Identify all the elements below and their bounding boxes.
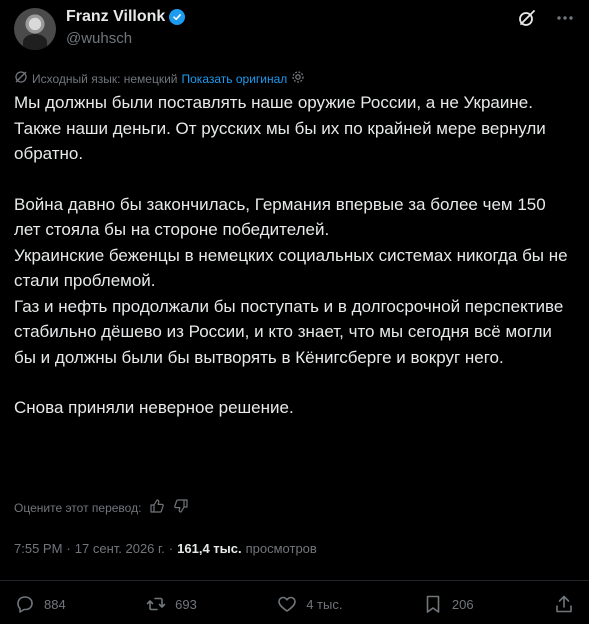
tweet-line: Газ и нефть продолжали бы поступать и в …: [14, 296, 564, 367]
author-handle[interactable]: @wuhsch: [66, 30, 132, 47]
tweet-line: Мы должны были поставлять наше оружие Ро…: [14, 93, 533, 112]
avatar[interactable]: [14, 8, 56, 50]
meta-separator: ·: [168, 541, 174, 556]
tweet-header: Franz Villonk @wuhsch: [14, 6, 575, 52]
thumbs-up-icon[interactable]: [149, 498, 165, 517]
show-original-link[interactable]: Показать оригинал: [182, 72, 288, 86]
share-button[interactable]: [553, 593, 575, 615]
tweet-line: Снова приняли неверное решение.: [14, 398, 294, 417]
bookmark-icon: [422, 593, 444, 615]
tweet-meta: 7:55 PM · 17 сент. 2026 г. · 161,4 тыс. …: [14, 541, 317, 556]
tweet-time[interactable]: 7:55 PM: [14, 541, 62, 556]
like-count: 4 тыс.: [306, 596, 343, 612]
tweet-text: Мы должны были поставлять наше оружие Ро…: [14, 90, 575, 421]
repost-button[interactable]: 693: [145, 593, 197, 615]
source-language: Исходный язык: немецкий: [32, 71, 178, 86]
meta-separator: ·: [66, 541, 71, 556]
header-actions: [517, 8, 575, 28]
rate-translation: Оцените этот перевод:: [14, 498, 189, 517]
bookmark-button[interactable]: 206: [422, 593, 474, 615]
views-count[interactable]: 161,4 тыс.: [177, 541, 241, 556]
like-icon: [276, 593, 298, 615]
like-button[interactable]: 4 тыс.: [276, 593, 342, 615]
repost-count: 693: [175, 596, 197, 612]
share-icon: [553, 593, 575, 615]
grok-icon[interactable]: [517, 8, 537, 28]
tweet-line: Война давно бы закончилась, Германия впе…: [14, 194, 546, 240]
verified-icon: [169, 9, 186, 25]
views-label: просмотров: [245, 541, 317, 556]
tweet-date[interactable]: 17 сент. 2026 г.: [75, 541, 165, 556]
divider: [0, 580, 589, 581]
tweet-actions: 884 693 4 тыс. 206: [14, 590, 575, 618]
tweet-line: Также наши деньги. От русских мы бы их п…: [14, 118, 546, 164]
author-name[interactable]: Franz Villonk: [66, 8, 165, 26]
tweet-line: Украинские беженцы в немецких социальных…: [14, 245, 568, 291]
repost-icon: [145, 593, 167, 615]
thumbs-down-icon[interactable]: [173, 498, 189, 517]
reply-button[interactable]: 884: [14, 593, 66, 615]
rate-translation-label: Оцените этот перевод:: [14, 500, 142, 515]
reply-count: 884: [44, 596, 66, 612]
bookmark-count: 206: [451, 596, 474, 612]
translate-icon: [14, 70, 28, 87]
translation-bar: Исходный язык: немецкий Показать оригина…: [14, 70, 305, 87]
reply-icon: [14, 593, 36, 615]
settings-icon[interactable]: [291, 70, 305, 87]
author-name-row: Franz Villonk: [66, 8, 186, 26]
more-icon[interactable]: [555, 8, 575, 28]
